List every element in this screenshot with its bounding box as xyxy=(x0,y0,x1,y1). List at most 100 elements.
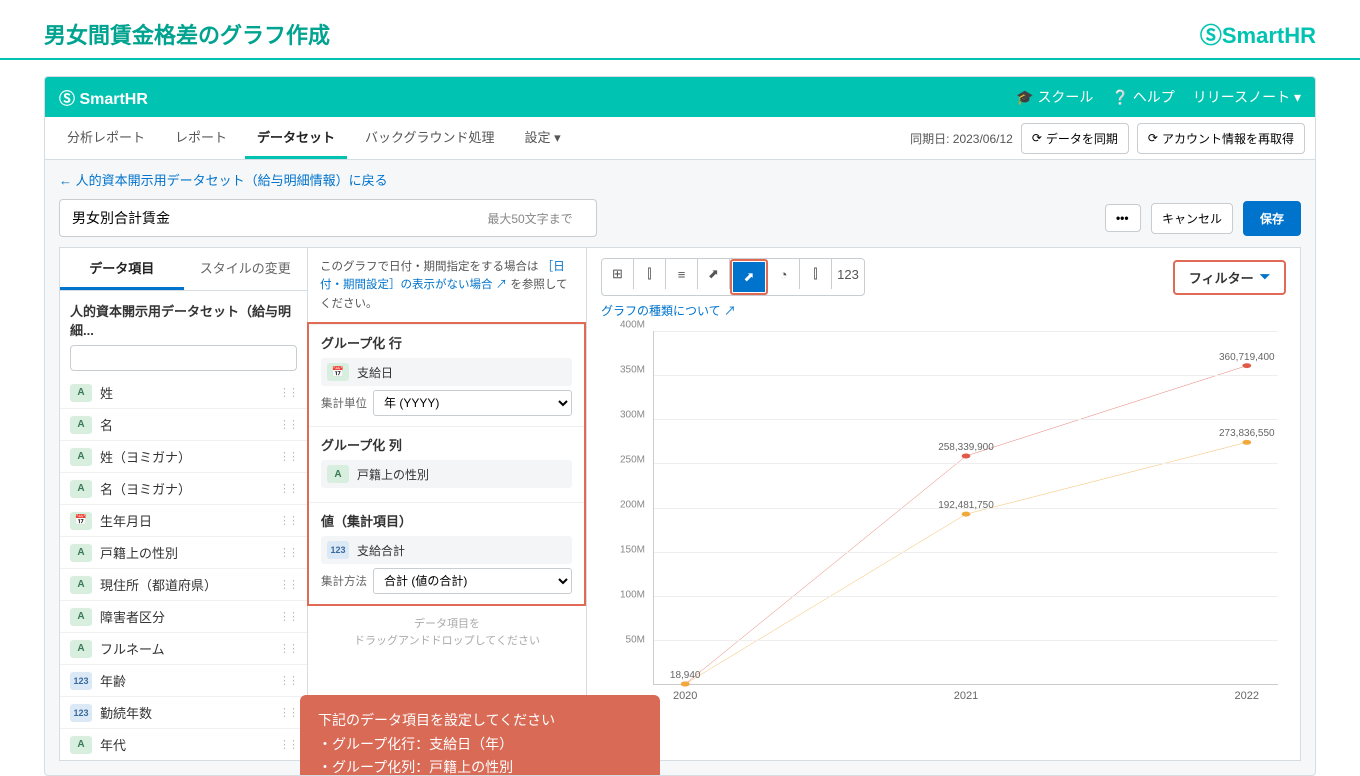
field-row[interactable]: 📅生年月日⋮⋮ xyxy=(60,504,307,536)
data-label: 258,339,900 xyxy=(938,442,994,453)
field-row[interactable]: Aフルネーム⋮⋮ xyxy=(60,632,307,664)
dataset-title: 人的資本開示用データセット（給与明細... xyxy=(60,291,307,345)
chart-type-btn-6[interactable]: ⫿ xyxy=(800,259,832,289)
chart-type-btn-4[interactable]: ⬈ xyxy=(733,262,765,292)
account-refresh-button[interactable]: ⟳ アカウント情報を再取得 xyxy=(1137,123,1305,154)
unit-select[interactable]: 年 (YYYY) xyxy=(373,390,572,416)
y-tick: 150M xyxy=(620,545,645,556)
data-label: 273,836,550 xyxy=(1219,428,1275,439)
data-fields-panel: データ項目スタイルの変更 人的資本開示用データセット（給与明細... A姓⋮⋮A… xyxy=(59,247,307,761)
method-select[interactable]: 合計 (値の合計) xyxy=(373,568,572,594)
field-row[interactable]: A 姓（ヨミガナ）⋮⋮ xyxy=(60,440,307,472)
field-row[interactable]: A 名（ヨミガナ）⋮⋮ xyxy=(60,472,307,504)
y-tick: 400M xyxy=(620,320,645,331)
field-label: 年代 xyxy=(100,735,279,754)
method-label: 集計方法 xyxy=(321,573,367,589)
drag-grip-icon[interactable]: ⋮⋮ xyxy=(279,706,297,719)
group-row-title: グループ化 行 xyxy=(321,333,572,352)
y-tick: 200M xyxy=(620,500,645,511)
value-title: 値（集計項目） xyxy=(321,511,572,530)
group-col-title: グループ化 列 xyxy=(321,435,572,454)
save-button[interactable]: 保存 xyxy=(1243,201,1301,236)
text-type-icon: A xyxy=(70,480,92,498)
text-type-icon: A xyxy=(70,384,92,402)
y-tick: 100M xyxy=(620,590,645,601)
config-panel: このグラフで日付・期間指定をする場合は ［日付・期間設定］の表示がない場合 ↗ … xyxy=(307,247,587,761)
number-type-icon: 123 xyxy=(70,704,92,722)
drag-grip-icon[interactable]: ⋮⋮ xyxy=(279,674,297,687)
filter-icon: ⏷ xyxy=(1260,269,1270,285)
main-tab-4[interactable]: 設定 ▾ xyxy=(513,117,573,159)
group-col-chip[interactable]: A戸籍上の性別 xyxy=(321,460,572,488)
y-tick: 50M xyxy=(626,635,645,646)
drag-grip-icon[interactable]: ⋮⋮ xyxy=(279,514,297,527)
chart-type-btn-3[interactable]: ⬈ xyxy=(698,259,730,289)
chart-type-btn-0[interactable]: ⊞ xyxy=(602,259,634,289)
drag-grip-icon[interactable]: ⋮⋮ xyxy=(279,450,297,463)
field-label: 名（ヨミガナ） xyxy=(100,479,279,498)
main-tab-0[interactable]: 分析レポート xyxy=(55,117,157,159)
drag-grip-icon[interactable]: ⋮⋮ xyxy=(279,642,297,655)
chart-type-highlight: ⬈ xyxy=(730,259,768,295)
page-title: 男女間賃金格差のグラフ作成 xyxy=(44,18,330,50)
main-tab-3[interactable]: バックグラウンド処理 xyxy=(353,117,506,159)
app-frame: Ⓢ SmartHR 🎓 スクール ❔ ヘルプ リリースノート ▾ 分析レポートレ… xyxy=(44,76,1316,776)
more-menu-button[interactable]: ••• xyxy=(1105,204,1141,232)
field-label: 名 xyxy=(100,415,279,434)
value-chip[interactable]: 123支給合計 xyxy=(321,536,572,564)
field-search-input[interactable] xyxy=(70,345,297,371)
calendar-icon: 📅 xyxy=(327,363,349,381)
data-label: 360,719,400 xyxy=(1219,352,1275,363)
config-highlight-box: グループ化 行 📅支給日 集計単位年 (YYYY) グループ化 列 A戸籍上の性… xyxy=(307,322,586,606)
y-tick: 350M xyxy=(620,365,645,376)
drag-grip-icon[interactable]: ⋮⋮ xyxy=(279,482,297,495)
group-row-chip[interactable]: 📅支給日 xyxy=(321,358,572,386)
chart-area: 400M350M300M250M200M150M100M50M 20202021… xyxy=(601,325,1286,705)
drag-grip-icon[interactable]: ⋮⋮ xyxy=(279,386,297,399)
breadcrumb-back-link[interactable]: ← 人的資本開示用データセット（給与明細情報）に戻る xyxy=(45,160,1315,199)
config-help-note: このグラフで日付・期間指定をする場合は ［日付・期間設定］の表示がない場合 ↗ … xyxy=(308,248,586,323)
number-type-icon: 123 xyxy=(70,672,92,690)
x-tick: 2020 xyxy=(673,690,697,702)
drag-grip-icon[interactable]: ⋮⋮ xyxy=(279,418,297,431)
drag-grip-icon[interactable]: ⋮⋮ xyxy=(279,610,297,623)
drag-grip-icon[interactable]: ⋮⋮ xyxy=(279,738,297,751)
field-row[interactable]: A戸籍上の性別⋮⋮ xyxy=(60,536,307,568)
field-row[interactable]: A障害者区分⋮⋮ xyxy=(60,600,307,632)
field-row[interactable]: A現住所（都道府県）⋮⋮ xyxy=(60,568,307,600)
chart-type-btn-5[interactable]: ◔ xyxy=(768,259,800,289)
field-label: 勤続年数 xyxy=(100,703,279,722)
y-tick: 300M xyxy=(620,410,645,421)
field-row[interactable]: A名⋮⋮ xyxy=(60,408,307,440)
filter-button[interactable]: フィルター ⏷ xyxy=(1173,260,1286,295)
main-tab-1[interactable]: レポート xyxy=(163,117,239,159)
topbar-school[interactable]: 🎓 スクール xyxy=(1016,87,1093,107)
field-label: 年齢 xyxy=(100,671,279,690)
text-type-icon: A xyxy=(70,448,92,466)
drag-grip-icon[interactable]: ⋮⋮ xyxy=(279,546,297,559)
topbar-help[interactable]: ❔ ヘルプ xyxy=(1111,87,1174,107)
title-char-hint: 最大50文字まで xyxy=(487,210,572,227)
topbar: Ⓢ SmartHR 🎓 スクール ❔ ヘルプ リリースノート ▾ xyxy=(45,77,1315,117)
sync-button[interactable]: ⟳ データを同期 xyxy=(1021,123,1129,154)
main-tab-2[interactable]: データセット xyxy=(245,117,347,159)
field-row[interactable]: A姓⋮⋮ xyxy=(60,377,307,408)
topbar-logo[interactable]: Ⓢ SmartHR xyxy=(59,85,148,109)
field-label: 姓 xyxy=(100,383,279,402)
topbar-release[interactable]: リリースノート ▾ xyxy=(1193,87,1301,107)
unit-label: 集計単位 xyxy=(321,395,367,411)
chart-type-btn-2[interactable]: ≡ xyxy=(666,259,698,289)
chart-type-btn-7[interactable]: 123 xyxy=(832,259,864,289)
field-row[interactable]: 123 勤続年数⋮⋮ xyxy=(60,696,307,728)
brand-logo: ⓈSmartHR xyxy=(1200,18,1316,50)
field-row[interactable]: A年代⋮⋮ xyxy=(60,728,307,760)
field-row[interactable]: 123 年齢⋮⋮ xyxy=(60,664,307,696)
chart-type-btn-1[interactable]: ⫿ xyxy=(634,259,666,289)
drag-grip-icon[interactable]: ⋮⋮ xyxy=(279,578,297,591)
subtab-1[interactable]: スタイルの変更 xyxy=(184,248,308,290)
cancel-button[interactable]: キャンセル xyxy=(1151,203,1233,234)
chart-type-help-link[interactable]: グラフの種類について ↗ xyxy=(601,302,1286,319)
instruction-callout: 下記のデータ項目を設定してください ・グループ化行：支給日（年） ・グループ化列… xyxy=(300,695,660,776)
field-label: 姓（ヨミガナ） xyxy=(100,447,279,466)
subtab-0[interactable]: データ項目 xyxy=(60,248,184,290)
